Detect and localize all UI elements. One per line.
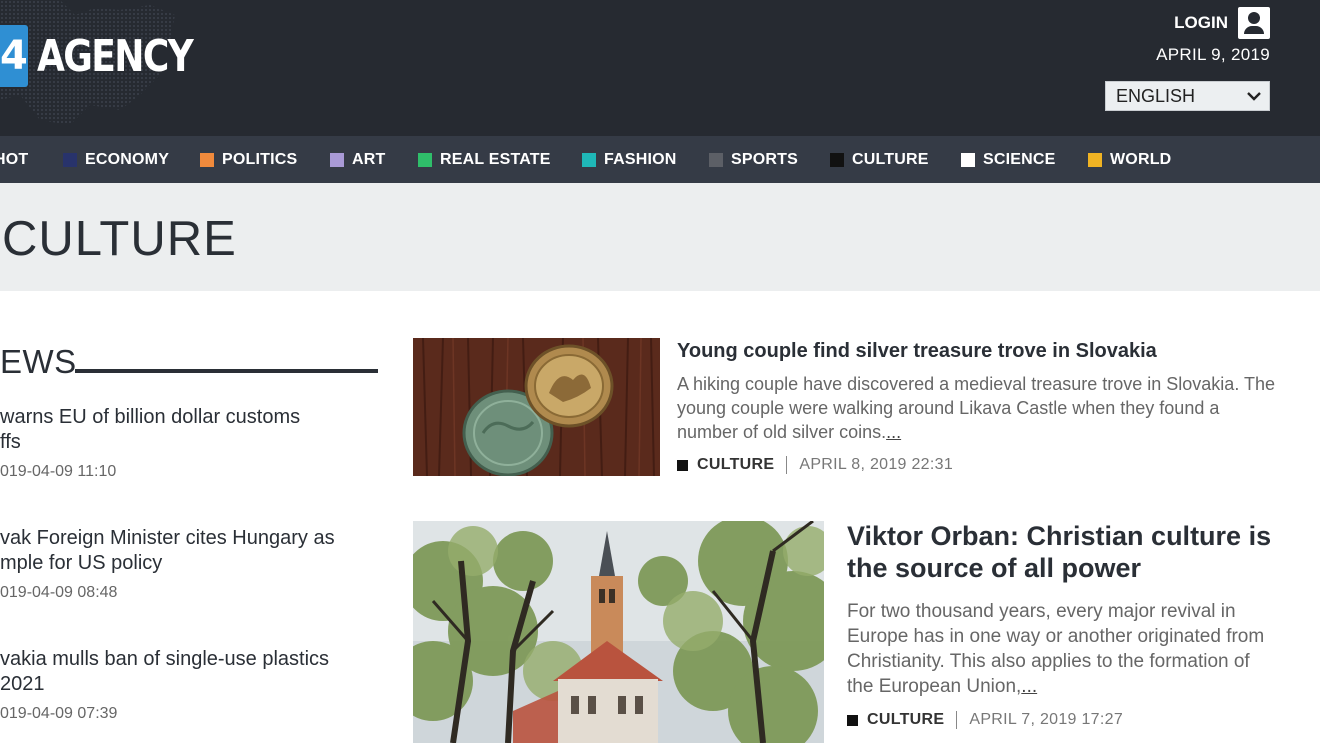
nav-item-politics[interactable]: POLITICS xyxy=(200,136,297,183)
nav-color-swatch xyxy=(961,152,975,167)
nav-item-label: FASHION xyxy=(604,150,677,168)
news-heading-divider xyxy=(75,369,378,373)
login-label: LOGIN xyxy=(1174,13,1228,32)
category-link[interactable]: CULTURE xyxy=(697,456,774,474)
nav-item-label: HOT xyxy=(0,150,29,168)
article-title[interactable]: Viktor Orban: Christian culture is the s… xyxy=(847,520,1277,584)
news-item-title[interactable]: warns EU of billion dollar customs ffs xyxy=(0,405,380,455)
login-link[interactable]: LOGIN xyxy=(1174,7,1270,39)
nav-item-hot[interactable]: HOT xyxy=(0,136,28,183)
news-item-title-line: vakia mulls ban of single-use plastics xyxy=(0,648,330,670)
article-date: APRIL 8, 2019 22:31 xyxy=(799,456,954,473)
nav-color-swatch xyxy=(63,152,77,167)
list-item[interactable]: vak Foreign Minister cites Hungary as mp… xyxy=(0,526,380,602)
nav-item-label: ART xyxy=(352,150,386,168)
nav-color-swatch xyxy=(418,152,432,167)
news-item-title-line: 2021 xyxy=(0,673,45,695)
category-nav: HOT ECONOMY POLITICS ART REAL ESTATE FAS… xyxy=(0,136,1320,183)
nav-item-economy[interactable]: ECONOMY xyxy=(63,136,169,183)
article-title[interactable]: Young couple find silver treasure trove … xyxy=(677,338,1277,364)
site-logo[interactable]: 4 AGENCY xyxy=(0,24,226,88)
category-banner: CULTURE xyxy=(0,183,1320,291)
news-heading: EWS xyxy=(0,343,77,380)
page-title: CULTURE xyxy=(2,212,237,266)
user-icon xyxy=(1238,7,1270,39)
news-item-time: 019-04-09 07:39 xyxy=(0,705,118,722)
article-meta: CULTURE APRIL 7, 2019 17:27 xyxy=(847,711,1123,729)
news-item-time: 019-04-09 11:10 xyxy=(0,463,117,480)
nav-item-fashion[interactable]: FASHION xyxy=(582,136,677,183)
read-more-link[interactable]: ... xyxy=(1021,676,1037,697)
article-description: For two thousand years, every major revi… xyxy=(847,599,1277,699)
article-description-text: For two thousand years, every major revi… xyxy=(847,601,1265,697)
news-item-title[interactable]: vakia mulls ban of single-use plastics 2… xyxy=(0,647,380,697)
nav-item-culture[interactable]: CULTURE xyxy=(830,136,929,183)
nav-item-science[interactable]: SCIENCE xyxy=(961,136,1056,183)
nav-item-label: POLITICS xyxy=(222,150,298,168)
nav-item-real-estate[interactable]: REAL ESTATE xyxy=(418,136,551,183)
nav-item-label: WORLD xyxy=(1110,150,1172,168)
article-date: APRIL 7, 2019 17:27 xyxy=(969,711,1124,728)
nav-item-art[interactable]: ART xyxy=(330,136,385,183)
article-description-text: A hiking couple have discovered a mediev… xyxy=(677,374,1276,442)
article-image-church[interactable] xyxy=(413,521,824,743)
news-item-time: 019-04-09 08:48 xyxy=(0,584,118,601)
logo-mark: 4 xyxy=(0,25,28,87)
meta-divider xyxy=(956,711,958,729)
nav-item-sports[interactable]: SPORTS xyxy=(709,136,798,183)
language-select[interactable]: ENGLISH xyxy=(1105,81,1270,111)
nav-color-swatch xyxy=(1088,152,1102,167)
article-description: A hiking couple have discovered a mediev… xyxy=(677,372,1277,444)
article-image-coins[interactable] xyxy=(413,338,660,476)
category-link[interactable]: CULTURE xyxy=(867,711,944,729)
news-item-title-line: vak Foreign Minister cites Hungary as xyxy=(0,527,335,549)
meta-divider xyxy=(786,456,788,474)
article-meta: CULTURE APRIL 8, 2019 22:31 xyxy=(677,456,953,474)
header-date: APRIL 9, 2019 xyxy=(1156,45,1270,64)
nav-item-world[interactable]: WORLD xyxy=(1088,136,1171,183)
nav-color-swatch xyxy=(830,152,844,167)
category-swatch xyxy=(677,459,688,471)
category-swatch xyxy=(847,714,858,726)
site-header: 4 AGENCY LOGIN APRIL 9, 2019 ENGLISH xyxy=(0,0,1320,136)
nav-item-label: SCIENCE xyxy=(983,150,1056,168)
news-item-title[interactable]: vak Foreign Minister cites Hungary as mp… xyxy=(0,526,380,576)
nav-item-label: REAL ESTATE xyxy=(440,150,551,168)
read-more-link[interactable]: ... xyxy=(886,422,901,442)
news-item-title-line: mple for US policy xyxy=(0,552,163,574)
language-value: ENGLISH xyxy=(1116,85,1196,106)
nav-color-swatch xyxy=(709,152,723,167)
nav-item-label: SPORTS xyxy=(731,150,798,168)
nav-color-swatch xyxy=(200,152,214,167)
nav-color-swatch xyxy=(582,152,596,167)
nav-item-label: ECONOMY xyxy=(85,150,170,168)
nav-item-label: CULTURE xyxy=(852,150,929,168)
news-item-title-line: warns EU of billion dollar customs xyxy=(0,406,301,428)
logo-text: AGENCY xyxy=(37,30,194,82)
list-item[interactable]: vakia mulls ban of single-use plastics 2… xyxy=(0,647,380,723)
chevron-down-icon xyxy=(1239,82,1269,110)
nav-color-swatch xyxy=(330,152,344,167)
news-item-title-line: ffs xyxy=(0,431,21,453)
list-item[interactable]: warns EU of billion dollar customs ffs 0… xyxy=(0,405,380,481)
